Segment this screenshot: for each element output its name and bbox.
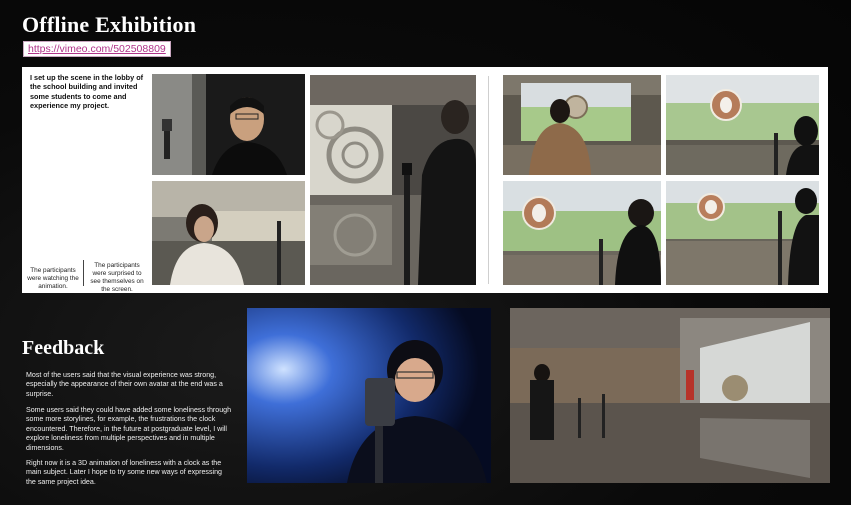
feedback-paragraph-1: Most of the users said that the visual e… (26, 371, 223, 398)
photo-participant-closeup (152, 74, 305, 175)
vimeo-link[interactable]: https://vimeo.com/502508809 (23, 41, 171, 57)
caption-surprised: The participants were surprised to see t… (90, 262, 144, 293)
page-title: Offline Exhibition (22, 12, 197, 37)
feedback-paragraph-2: Some users said they could have added so… (26, 406, 232, 452)
intro-text: I set up the scene in the lobby of the s… (30, 73, 144, 111)
photo-projection-3 (503, 181, 661, 285)
feedback-paragraph-3: Right now it is a 3D animation of loneli… (26, 459, 222, 486)
photo-projection-1 (503, 75, 661, 175)
caption-divider (83, 260, 84, 286)
feedback-title: Feedback (22, 337, 105, 359)
photo-feedback-lobby (510, 308, 830, 483)
panel-divider (488, 76, 489, 284)
photo-projection-4 (666, 181, 819, 285)
photo-projection-2 (666, 75, 819, 175)
photo-clock-projection (310, 75, 476, 285)
photo-feedback-blue (247, 308, 491, 483)
photo-participant-lobby (152, 181, 305, 285)
caption-watching: The participants were watching the anima… (27, 267, 79, 290)
